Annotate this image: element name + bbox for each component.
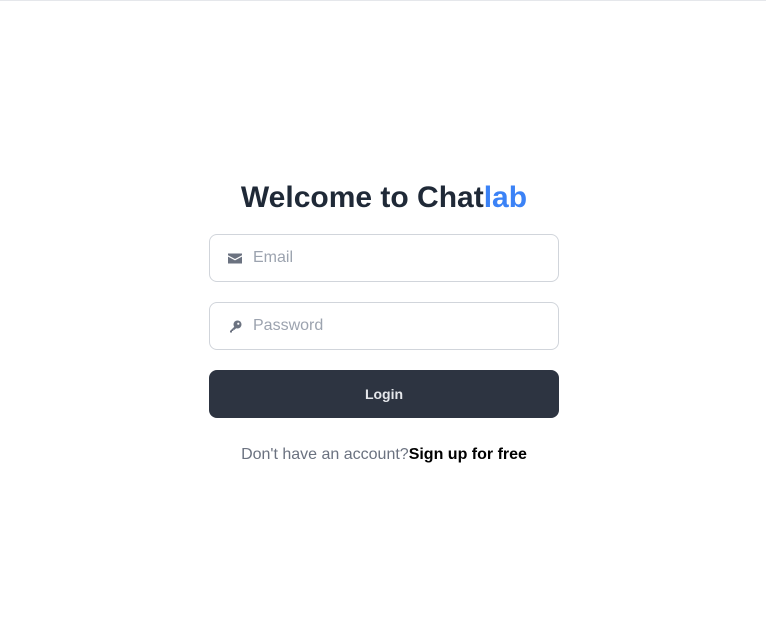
login-button[interactable]: Login — [209, 370, 559, 418]
envelope-icon — [227, 250, 243, 266]
signup-prompt: Don't have an account? — [241, 446, 409, 463]
key-icon — [227, 318, 243, 334]
page-title: Welcome to Chatlab — [209, 178, 559, 218]
login-form: Welcome to Chatlab Login Don't have an a… — [209, 178, 559, 465]
title-main: Welcome to Chat — [240, 181, 484, 214]
password-field[interactable] — [209, 302, 559, 350]
email-field[interactable] — [209, 234, 559, 282]
email-input[interactable] — [251, 237, 545, 279]
signup-row: Don't have an account?Sign up for free — [209, 445, 559, 465]
password-input[interactable] — [251, 305, 545, 347]
top-divider — [0, 0, 766, 1]
signup-link[interactable]: Sign up for free — [409, 446, 527, 463]
title-accent: lab — [483, 181, 528, 214]
